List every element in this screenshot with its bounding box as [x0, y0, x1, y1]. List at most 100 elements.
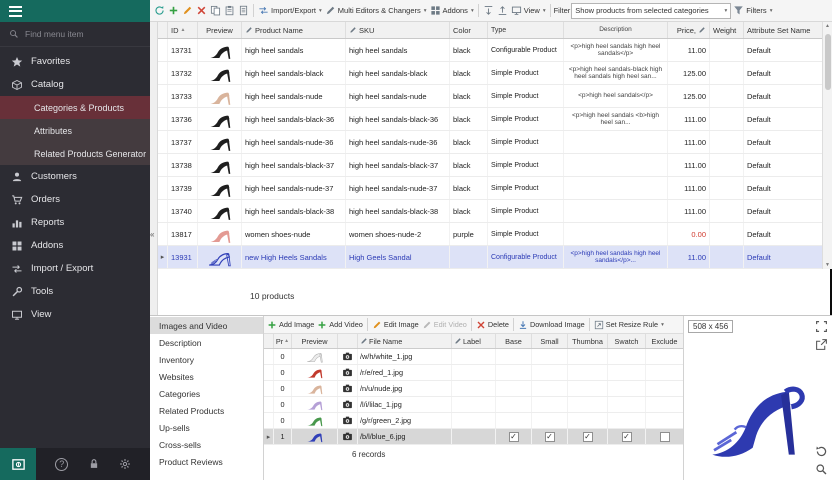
sidebar-item-categories-products[interactable]: Categories & Products: [0, 96, 150, 119]
col-exclude[interactable]: Exclude: [646, 334, 683, 348]
col-sku[interactable]: SKU: [346, 22, 450, 38]
col-weight[interactable]: Weight: [710, 22, 744, 38]
cart-icon: [11, 194, 23, 206]
multi-editors-menu[interactable]: Multi Editors & Changers▾: [324, 4, 428, 17]
checkbox[interactable]: ✓: [622, 432, 632, 442]
tab-categories[interactable]: Categories: [150, 385, 263, 402]
open-external-icon[interactable]: [815, 338, 828, 351]
image-row[interactable]: 0/r/e/red_1.jpg: [264, 365, 683, 381]
scroll-up-icon[interactable]: ▲: [823, 23, 832, 29]
hamburger-menu-icon[interactable]: [9, 6, 22, 17]
sidebar-item-catalog[interactable]: Catalog: [0, 73, 150, 96]
sidebar-item-favorites[interactable]: Favorites: [0, 50, 150, 73]
col-id[interactable]: ID▲: [168, 22, 198, 38]
rotate-icon[interactable]: [815, 445, 828, 458]
col-position[interactable]: Pr▲: [274, 334, 292, 348]
sidebar-item-related-products-generator[interactable]: Related Products Generator: [0, 142, 150, 165]
sidebar-item-tools[interactable]: Tools: [0, 280, 150, 303]
scrollbar-thumb[interactable]: [825, 34, 831, 90]
col-thumbnail[interactable]: Thumbna: [568, 334, 608, 348]
tab-up-sells[interactable]: Up-sells: [150, 419, 263, 436]
tab-related-products[interactable]: Related Products: [150, 402, 263, 419]
sidebar-item-orders[interactable]: Orders: [0, 188, 150, 211]
collapse-all-button[interactable]: [496, 4, 509, 17]
table-row[interactable]: 13736high heel sandals-black-36high heel…: [158, 108, 822, 131]
table-row[interactable]: ▸13931new High Heels SandalsHigh Geels S…: [158, 246, 822, 269]
tab-images-and-video[interactable]: Images and Video: [150, 317, 263, 334]
table-row[interactable]: 13817women shoes-nudewomen shoes-nude-2p…: [158, 223, 822, 246]
tab-product-reviews[interactable]: Product Reviews: [150, 453, 263, 470]
tab-cross-sells[interactable]: Cross-sells: [150, 436, 263, 453]
col-preview[interactable]: Preview: [198, 22, 242, 38]
sidebar-item-customers[interactable]: Customers: [0, 165, 150, 188]
columns-button[interactable]: [237, 4, 250, 17]
col-swatch[interactable]: Swatch: [608, 334, 646, 348]
add-video-button[interactable]: Add Video: [316, 319, 364, 331]
delete-image-button[interactable]: Delete: [475, 319, 510, 331]
checkbox[interactable]: ✓: [545, 432, 555, 442]
add-image-button[interactable]: Add Image: [266, 319, 315, 331]
filters-button[interactable]: Filters▾: [732, 4, 773, 17]
col-price[interactable]: Price,: [668, 22, 710, 38]
store-button[interactable]: [0, 448, 36, 480]
checkbox[interactable]: ✓: [583, 432, 593, 442]
sidebar-item-reports[interactable]: Reports: [0, 211, 150, 234]
table-row[interactable]: 13738high heel sandals-black-37high heel…: [158, 154, 822, 177]
edit-image-button[interactable]: Edit Image: [371, 319, 420, 331]
help-icon[interactable]: ?: [55, 458, 68, 471]
col-type[interactable]: Type: [488, 22, 564, 38]
image-row[interactable]: 0/g/r/green_2.jpg: [264, 413, 683, 429]
pencil-icon: [454, 337, 462, 345]
set-resize-rule-button[interactable]: Set Resize Rule▾: [593, 319, 665, 331]
tab-websites[interactable]: Websites: [150, 368, 263, 385]
table-row[interactable]: 13733high heel sandals-nudehigh heel san…: [158, 85, 822, 108]
checkbox[interactable]: ✓: [509, 432, 519, 442]
sidebar-item-import-export[interactable]: Import / Export: [0, 257, 150, 280]
tab-inventory[interactable]: Inventory: [150, 351, 263, 368]
image-row[interactable]: 0/l/i/lilac_1.jpg: [264, 397, 683, 413]
col-label[interactable]: Label: [452, 334, 496, 348]
checkbox[interactable]: [660, 432, 670, 442]
image-row[interactable]: ▸1/b/l/blue_6.jpg✓✓✓✓: [264, 429, 683, 445]
table-row[interactable]: 13737high heel sandals-nude-36high heel …: [158, 131, 822, 154]
col-file-name[interactable]: File Name: [358, 334, 452, 348]
edit-product-button[interactable]: [181, 4, 194, 17]
gear-icon[interactable]: [119, 458, 131, 470]
zoom-icon[interactable]: [815, 463, 828, 476]
lock-icon[interactable]: [88, 458, 100, 470]
table-row[interactable]: 13740high heel sandals-black-38high heel…: [158, 200, 822, 223]
refresh-button[interactable]: [153, 4, 166, 17]
sidebar-item-attributes[interactable]: Attributes: [0, 119, 150, 142]
col-small[interactable]: Small: [532, 334, 568, 348]
image-row[interactable]: 0/n/u/nude.jpg: [264, 381, 683, 397]
col-base[interactable]: Base: [496, 334, 532, 348]
collapse-panel-handle[interactable]: «: [150, 22, 158, 315]
grid-scrollbar[interactable]: ▲ ▼: [822, 22, 832, 269]
sidebar-search[interactable]: Find menu item: [0, 22, 150, 47]
delete-product-button[interactable]: [195, 4, 208, 17]
image-preview-panel: 508 x 456: [684, 316, 832, 480]
import-export-menu[interactable]: Import/Export▾: [257, 4, 323, 17]
table-row[interactable]: 13732high heel sandals-blackhigh heel sa…: [158, 62, 822, 85]
expand-all-button[interactable]: [482, 4, 495, 17]
category-filter-select[interactable]: Show products from selected categories▾: [571, 3, 731, 19]
add-product-button[interactable]: [167, 4, 180, 17]
col-product-name[interactable]: Product Name: [242, 22, 346, 38]
table-row[interactable]: 13731high heel sandalshigh heel sandalsb…: [158, 39, 822, 62]
col-attribute-set[interactable]: Attribute Set Name: [744, 22, 822, 38]
tab-description[interactable]: Description: [150, 334, 263, 351]
col-description[interactable]: Description: [564, 22, 668, 38]
view-menu[interactable]: View▾: [510, 4, 547, 17]
fullscreen-icon[interactable]: [815, 320, 828, 333]
col-image-preview[interactable]: Preview: [292, 334, 338, 348]
sidebar-item-view[interactable]: View: [0, 303, 150, 326]
table-row[interactable]: 13739high heel sandals-nude-37high heel …: [158, 177, 822, 200]
addons-menu[interactable]: Addons▾: [429, 4, 475, 17]
sidebar-item-addons[interactable]: Addons: [0, 234, 150, 257]
image-row[interactable]: 0/w/h/white_1.jpg: [264, 349, 683, 365]
paste-button[interactable]: [223, 4, 236, 17]
col-color[interactable]: Color: [450, 22, 488, 38]
copy-button[interactable]: [209, 4, 222, 17]
scroll-down-icon[interactable]: ▼: [823, 262, 832, 268]
download-image-button[interactable]: Download Image: [517, 319, 586, 331]
